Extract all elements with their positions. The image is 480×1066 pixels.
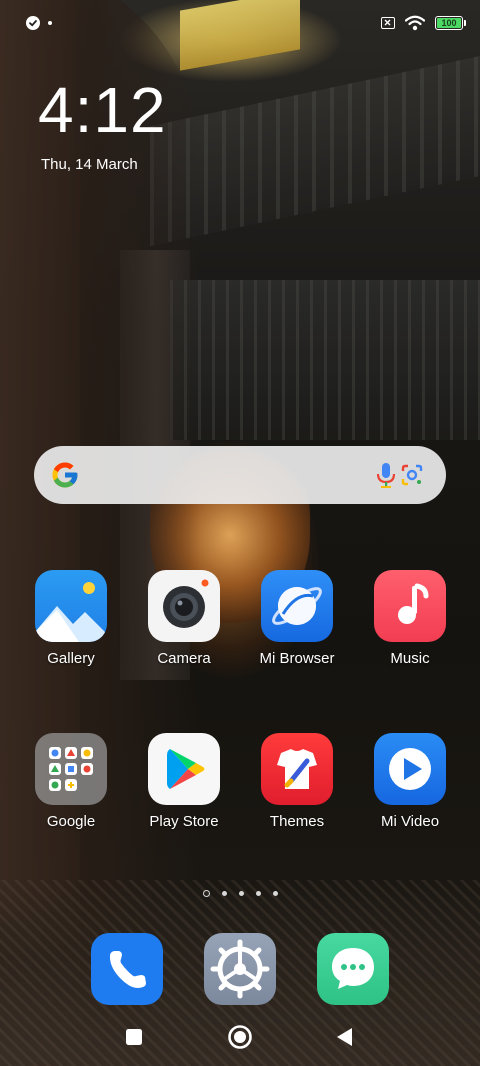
navigation-bar <box>0 1014 480 1060</box>
battery-level: 100 <box>437 18 461 28</box>
app-label: Mi Browser <box>259 650 335 667</box>
app-gallery[interactable]: Gallery <box>15 570 127 667</box>
page-dot[interactable] <box>255 891 261 896</box>
gallery-icon <box>35 570 107 642</box>
dock-settings[interactable] <box>204 933 276 1005</box>
settings-icon <box>210 939 270 999</box>
notification-dot-icon <box>48 21 52 25</box>
app-label: Themes <box>269 813 325 830</box>
app-mi-video[interactable]: Mi Video <box>354 733 466 830</box>
page-dot[interactable] <box>238 891 244 896</box>
app-mi-browser[interactable]: Mi Browser <box>241 570 353 667</box>
app-music[interactable]: Music <box>354 570 466 667</box>
app-play-store[interactable]: Play Store <box>128 733 240 830</box>
dock-messages[interactable] <box>317 933 389 1005</box>
video-icon <box>374 733 446 805</box>
messages-icon <box>332 948 374 989</box>
app-google-folder[interactable]: Google <box>15 733 127 830</box>
microphone-icon[interactable] <box>374 461 398 489</box>
app-label: Google <box>46 813 96 830</box>
page-indicator[interactable] <box>0 890 480 897</box>
play-store-icon <box>148 733 220 805</box>
music-icon <box>374 570 446 642</box>
back-button[interactable] <box>335 1027 353 1047</box>
phone-icon <box>109 951 146 988</box>
page-dot[interactable] <box>221 891 227 896</box>
app-label: Gallery <box>47 650 95 667</box>
google-folder-icon <box>35 733 107 805</box>
battery-icon: 100 <box>435 16 466 30</box>
app-label: Music <box>390 650 430 667</box>
clock-date[interactable]: Thu, 14 March <box>41 156 138 173</box>
page-dot-home[interactable] <box>202 890 210 897</box>
wifi-icon <box>405 15 425 31</box>
browser-icon <box>261 570 333 642</box>
status-bar: 100 <box>0 0 480 46</box>
app-label: Play Store <box>149 813 219 830</box>
check-circle-icon <box>26 16 40 30</box>
google-search-bar[interactable] <box>34 446 446 504</box>
no-sim-icon <box>381 17 395 29</box>
app-themes[interactable]: Themes <box>241 733 353 830</box>
dock-phone[interactable] <box>91 933 163 1005</box>
clock-time[interactable]: 4:12 <box>38 78 167 142</box>
app-label: Mi Video <box>380 813 440 830</box>
app-camera[interactable]: Camera <box>128 570 240 667</box>
google-lens-icon[interactable] <box>400 463 424 487</box>
google-g-icon <box>52 462 78 488</box>
themes-icon <box>261 733 333 805</box>
app-label: Camera <box>157 650 211 667</box>
page-dot[interactable] <box>272 891 278 896</box>
camera-icon <box>148 570 220 642</box>
home-button[interactable] <box>227 1024 253 1050</box>
recents-button[interactable] <box>125 1028 143 1046</box>
